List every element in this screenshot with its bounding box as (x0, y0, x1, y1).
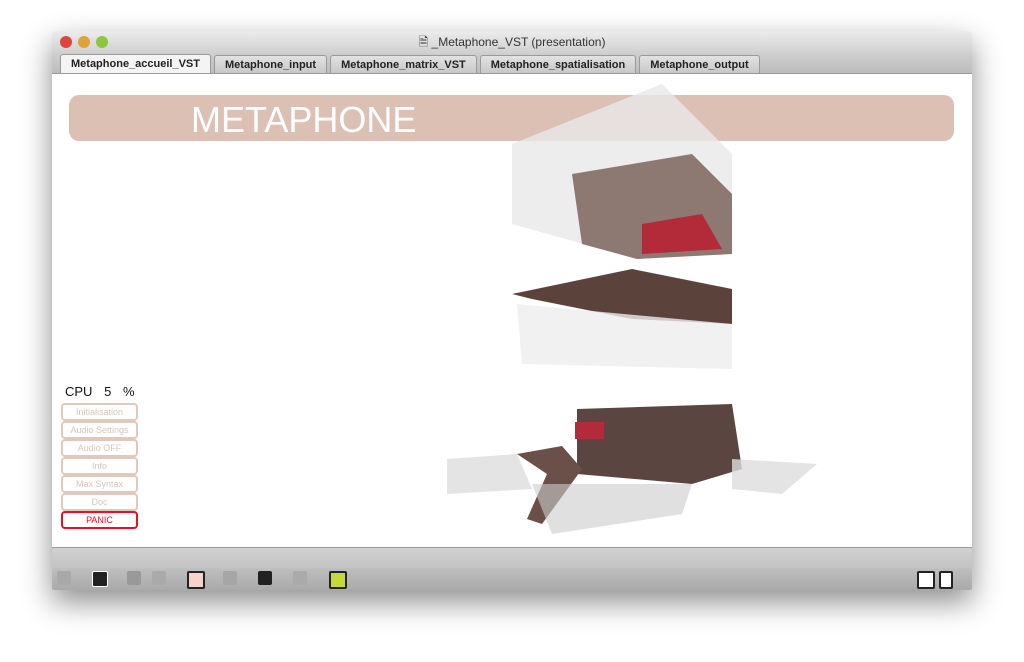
tab-input[interactable]: Metaphone_input (214, 55, 328, 73)
info-button[interactable]: Info (61, 457, 138, 475)
panic-button[interactable]: PANIC (61, 511, 138, 529)
document-icon: 🗎 (418, 35, 432, 49)
cpu-label: CPU (65, 384, 93, 399)
clue-icon[interactable] (127, 571, 141, 585)
tab-output[interactable]: Metaphone_output (639, 55, 760, 73)
tab-matrix[interactable]: Metaphone_matrix_VST (330, 55, 477, 73)
minimize-button[interactable] (78, 36, 90, 48)
doc-button[interactable]: Doc (61, 493, 138, 511)
delete-icon[interactable] (152, 571, 166, 585)
max-syntax-button[interactable]: Max Syntax (61, 475, 138, 493)
title-bar: 🗎 _Metaphone_VST (presentation) (52, 31, 972, 53)
inspector-icon[interactable] (223, 571, 237, 585)
patcher-icon[interactable] (187, 571, 205, 589)
add-object-icon[interactable] (258, 571, 272, 585)
presentation-canvas: METAPHONE CPU 5 % Initialisation Audio S… (52, 74, 972, 547)
grid-icon[interactable] (293, 571, 307, 585)
initialisation-button[interactable]: Initialisation (61, 403, 138, 421)
cpu-unit: % (122, 384, 135, 399)
audio-off-button[interactable]: Audio OFF (61, 439, 138, 457)
audio-settings-button[interactable]: Audio Settings (61, 421, 138, 439)
close-button[interactable] (60, 36, 72, 48)
cpu-value: 5 (104, 384, 112, 399)
tab-bar: Metaphone_accueil_VST Metaphone_input Me… (52, 53, 972, 74)
tab-spatialisation[interactable]: Metaphone_spatialisation (479, 55, 637, 73)
presentation-toggle-icon[interactable] (92, 571, 108, 587)
lock-icon[interactable] (57, 571, 71, 585)
cpu-meter: CPU 5 % (65, 384, 135, 399)
debug-icon[interactable] (329, 571, 347, 589)
bottom-toolbar (52, 547, 972, 590)
building-illustration (447, 84, 817, 534)
single-view-icon[interactable] (939, 571, 953, 589)
zoom-button[interactable] (96, 36, 108, 48)
window-title: _Metaphone_VST (presentation) (431, 35, 606, 49)
app-window: 🗎 _Metaphone_VST (presentation) Metaphon… (52, 31, 972, 590)
banner-title: METAPHONE (191, 99, 417, 140)
tab-accueil[interactable]: Metaphone_accueil_VST (60, 54, 211, 73)
split-view-icon[interactable] (917, 571, 935, 589)
